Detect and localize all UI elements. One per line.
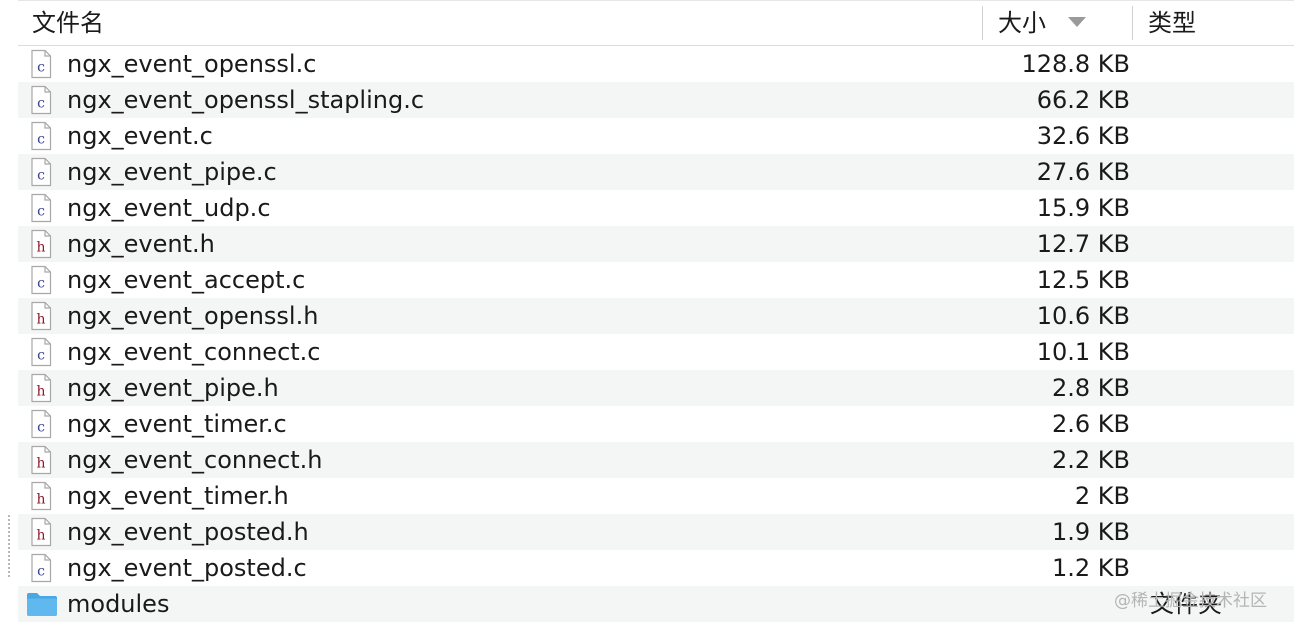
file-name: ngx_event_timer.c (67, 410, 287, 438)
file-row[interactable]: h ngx_event_openssl.h 10.6 KB (18, 298, 1294, 334)
file-row[interactable]: c ngx_event_openssl_stapling.c 66.2 KB (18, 82, 1294, 118)
file-size: 2.2 KB (1052, 446, 1130, 474)
svg-text:c: c (37, 564, 45, 580)
file-name: ngx_event_timer.h (67, 482, 289, 510)
file-size: 128.8 KB (1021, 50, 1130, 78)
file-size: 1.9 KB (1052, 518, 1130, 546)
file-name: ngx_event.c (67, 122, 213, 150)
c-source-file-icon: c (28, 85, 54, 115)
h-header-file-icon: h (28, 445, 54, 475)
file-name: ngx_event_pipe.c (67, 158, 277, 186)
file-row[interactable]: c ngx_event_accept.c 12.5 KB (18, 262, 1294, 298)
svg-text:h: h (36, 492, 45, 508)
c-source-file-icon: c (28, 49, 54, 79)
h-header-file-icon: h (28, 517, 54, 547)
file-size: 2.8 KB (1052, 374, 1130, 402)
folder-row[interactable]: modules 文件夹 (18, 586, 1294, 622)
column-header-size[interactable]: 大小 (998, 0, 1128, 46)
c-source-file-icon: c (28, 553, 54, 583)
file-name: ngx_event_pipe.h (67, 374, 279, 402)
svg-text:c: c (37, 348, 45, 364)
file-size: 10.6 KB (1036, 302, 1130, 330)
c-source-file-icon: c (28, 265, 54, 295)
svg-text:h: h (36, 240, 45, 256)
file-name: ngx_event_posted.h (67, 518, 309, 546)
file-name: ngx_event_connect.c (67, 338, 321, 366)
file-list: c ngx_event_openssl.c 128.8 KB c ngx_event_o… (18, 46, 1294, 630)
h-header-file-icon: h (28, 481, 54, 511)
file-name: ngx_event_udp.c (67, 194, 271, 222)
c-source-file-icon: c (28, 121, 54, 151)
column-header-bar: 文件名 大小 类型 (18, 0, 1294, 46)
c-source-file-icon: c (28, 337, 54, 367)
file-name: ngx_event.h (67, 230, 215, 258)
sort-descending-icon[interactable] (1068, 17, 1086, 27)
file-row[interactable]: c ngx_event_timer.c 2.6 KB (18, 406, 1294, 442)
svg-text:c: c (37, 204, 45, 220)
file-row[interactable]: h ngx_event_posted.h 1.9 KB (18, 514, 1294, 550)
file-name: ngx_event_openssl_stapling.c (67, 86, 425, 114)
file-row[interactable]: c ngx_event.c 32.6 KB (18, 118, 1294, 154)
file-row[interactable]: c ngx_event_openssl.c 128.8 KB (18, 46, 1294, 82)
folder-name: modules (67, 590, 170, 618)
c-source-file-icon: c (28, 157, 54, 187)
column-header-name[interactable]: 文件名 (32, 0, 972, 46)
svg-text:h: h (36, 528, 45, 544)
column-header-size-label: 大小 (998, 9, 1046, 37)
file-size: 15.9 KB (1036, 194, 1130, 222)
file-row[interactable]: h ngx_event_pipe.h 2.8 KB (18, 370, 1294, 406)
file-size: 66.2 KB (1036, 86, 1130, 114)
file-row[interactable]: c ngx_event_udp.c 15.9 KB (18, 190, 1294, 226)
svg-text:h: h (36, 456, 45, 472)
file-size: 2 KB (1074, 482, 1130, 510)
file-size: 12.5 KB (1036, 266, 1130, 294)
file-name: ngx_event_connect.h (67, 446, 323, 474)
h-header-file-icon: h (28, 301, 54, 331)
file-size: 32.6 KB (1036, 122, 1130, 150)
column-header-name-label: 文件名 (32, 9, 104, 37)
svg-text:c: c (37, 420, 45, 436)
file-name: ngx_event_accept.c (67, 266, 306, 294)
column-header-kind[interactable]: 类型 (1148, 0, 1288, 46)
file-size: 1.2 KB (1052, 554, 1130, 582)
file-row[interactable]: c ngx_event_connect.c 10.1 KB (18, 334, 1294, 370)
file-size: 10.1 KB (1036, 338, 1130, 366)
resize-handle[interactable] (8, 515, 11, 577)
file-browser-window: 文件名 大小 类型 c ngx_event_openssl.c 128.8 KB c n… (0, 0, 1294, 630)
svg-text:c: c (37, 96, 45, 112)
h-header-file-icon: h (28, 229, 54, 259)
column-divider[interactable] (982, 6, 983, 40)
file-row[interactable]: c ngx_event_posted.c 1.2 KB (18, 550, 1294, 586)
file-row[interactable]: h ngx_event_timer.h 2 KB (18, 478, 1294, 514)
column-header-kind-label: 类型 (1148, 9, 1196, 37)
svg-text:h: h (36, 312, 45, 328)
file-row[interactable]: c ngx_event_pipe.c 27.6 KB (18, 154, 1294, 190)
svg-text:c: c (37, 168, 45, 184)
file-row[interactable]: h ngx_event_connect.h 2.2 KB (18, 442, 1294, 478)
column-divider[interactable] (1132, 6, 1133, 40)
svg-text:c: c (37, 60, 45, 76)
watermark: @稀土掘金技术社区 (1114, 591, 1267, 611)
file-size: 12.7 KB (1036, 230, 1130, 258)
folder-icon (26, 589, 58, 619)
c-source-file-icon: c (28, 193, 54, 223)
file-row[interactable]: h ngx_event.h 12.7 KB (18, 226, 1294, 262)
file-size: 2.6 KB (1052, 410, 1130, 438)
file-size: 27.6 KB (1036, 158, 1130, 186)
file-name: ngx_event_openssl.h (67, 302, 319, 330)
svg-text:c: c (37, 132, 45, 148)
c-source-file-icon: c (28, 409, 54, 439)
h-header-file-icon: h (28, 373, 54, 403)
file-name: ngx_event_posted.c (67, 554, 307, 582)
file-name: ngx_event_openssl.c (67, 50, 317, 78)
svg-text:c: c (37, 276, 45, 292)
svg-text:h: h (36, 384, 45, 400)
